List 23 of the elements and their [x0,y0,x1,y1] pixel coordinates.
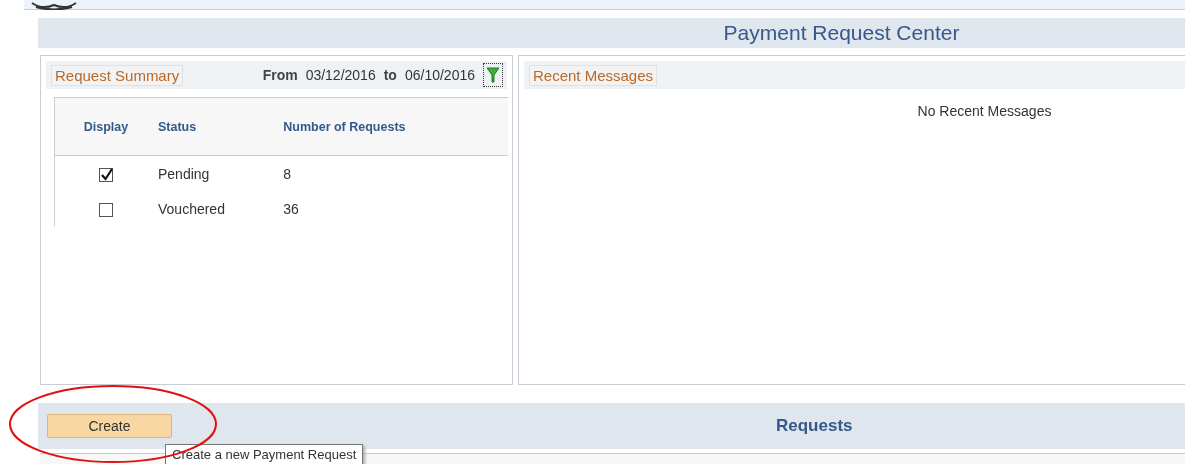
create-button[interactable]: Create [47,414,172,438]
checkbox[interactable] [99,202,113,217]
filter-button[interactable] [483,63,503,87]
page-title: Payment Request Center [723,21,960,45]
panel-title: Recent Messages [529,64,658,86]
from-label: From [262,67,298,83]
empty-message: No Recent Messages [916,103,1053,119]
status-cell: Vouchered [158,200,225,217]
from-date: 03/12/2016 [305,67,376,83]
column-header: Display [83,119,129,134]
count-cell: 8 [283,165,292,182]
column-header: Number of Requests [283,119,406,134]
logo-icon [30,0,78,10]
count-cell: 36 [283,200,299,217]
tooltip: Create a new Payment Request [165,444,364,464]
panel-title: Request Summary [51,64,184,86]
funnel-icon [487,67,499,83]
column-header: Status [158,119,197,134]
to-date: 06/10/2016 [404,67,475,83]
to-label: to [383,67,397,83]
section-title: Requests [776,416,853,436]
status-cell: Pending [158,165,210,182]
checkbox[interactable] [99,167,113,182]
